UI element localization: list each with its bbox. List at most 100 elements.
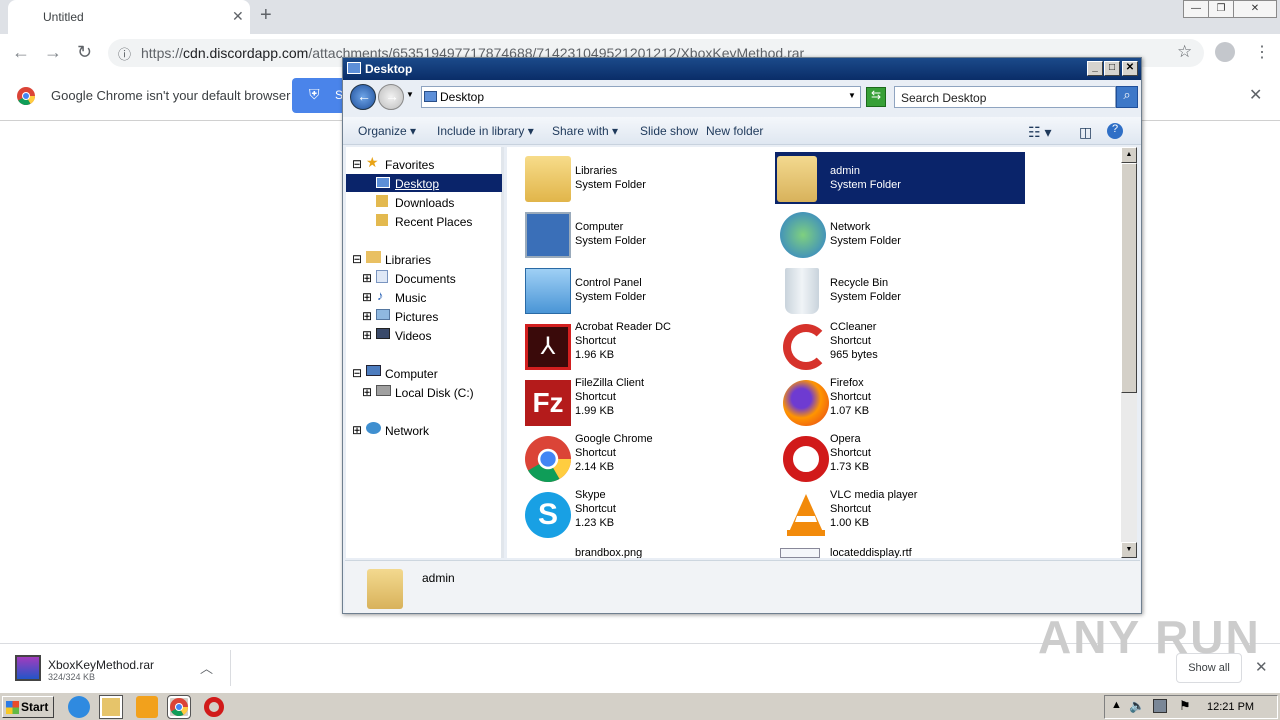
expand-icon[interactable]: ⊞ bbox=[362, 309, 372, 323]
nav-network[interactable]: Network bbox=[385, 424, 429, 438]
vertical-scrollbar[interactable]: ▲ ▼ bbox=[1121, 147, 1137, 558]
divider bbox=[230, 650, 231, 686]
local-disk-icon bbox=[376, 385, 391, 396]
include-in-library-button[interactable]: Include in library ▾ bbox=[437, 124, 534, 138]
item-vlc[interactable]: VLC media player Shortcut 1.00 KB bbox=[775, 488, 1025, 540]
acrobat-icon: ⅄ bbox=[525, 324, 571, 370]
item-google-chrome[interactable]: Google Chrome Shortcut 2.14 KB bbox=[507, 432, 757, 484]
browser-tab[interactable]: Untitled ✕ bbox=[8, 0, 250, 34]
collapse-icon[interactable]: ⊟ bbox=[352, 366, 362, 380]
nav-videos[interactable]: Videos bbox=[395, 329, 431, 343]
close-window-icon[interactable]: ✕ bbox=[1233, 0, 1277, 18]
address-dropdown-icon[interactable]: ▼ bbox=[848, 91, 856, 100]
media-player-icon[interactable] bbox=[136, 696, 158, 718]
window-titlebar[interactable]: Desktop _ □ ✕ bbox=[343, 58, 1141, 80]
scroll-thumb[interactable] bbox=[1121, 163, 1137, 393]
back-button[interactable]: ← bbox=[350, 84, 376, 110]
network-tray-icon[interactable] bbox=[1153, 699, 1167, 713]
nav-computer[interactable]: Computer bbox=[385, 367, 438, 381]
new-tab-icon[interactable]: + bbox=[260, 4, 272, 27]
address-text: Desktop bbox=[440, 90, 485, 104]
item-admin-selected[interactable]: admin System Folder bbox=[775, 152, 1025, 204]
restore-icon[interactable]: ❐ bbox=[1208, 0, 1234, 18]
item-ccleaner[interactable]: CCleaner Shortcut 965 bytes bbox=[775, 320, 1025, 372]
maximize-button[interactable]: □ bbox=[1104, 61, 1120, 76]
chrome-taskbar-icon[interactable] bbox=[167, 695, 191, 719]
item-network[interactable]: Network System Folder bbox=[775, 208, 1025, 260]
expand-icon[interactable]: ⊞ bbox=[362, 328, 372, 342]
expand-icon[interactable]: ⊞ bbox=[362, 385, 372, 399]
clock[interactable]: 12:21 PM bbox=[1207, 701, 1254, 713]
item-computer[interactable]: Computer System Folder bbox=[507, 208, 757, 260]
action-center-flag-icon[interactable]: ⚑ bbox=[1179, 698, 1191, 714]
organize-button[interactable]: Organize ▾ bbox=[358, 124, 416, 138]
search-input[interactable]: Search Desktop bbox=[894, 86, 1116, 108]
start-button[interactable]: Start bbox=[2, 696, 54, 718]
item-brandbox-png[interactable]: brandbox.png bbox=[507, 544, 757, 558]
nav-local-disk[interactable]: Local Disk (C:) bbox=[395, 386, 474, 400]
info-icon[interactable]: ⓘ bbox=[118, 44, 131, 63]
tray-expand-icon[interactable]: ▲ bbox=[1111, 699, 1122, 711]
nav-item-desktop-selected[interactable]: Desktop bbox=[346, 174, 502, 192]
item-opera[interactable]: Opera Shortcut 1.73 KB bbox=[775, 432, 1025, 484]
nav-favorites[interactable]: Favorites bbox=[385, 158, 434, 172]
item-libraries[interactable]: Libraries System Folder bbox=[507, 152, 757, 204]
download-filename[interactable]: XboxKeyMethod.rar bbox=[48, 658, 154, 672]
chevron-up-icon[interactable]: ︿ bbox=[200, 658, 213, 677]
collapse-icon[interactable]: ⊟ bbox=[352, 157, 362, 171]
help-icon[interactable]: ? bbox=[1107, 123, 1123, 139]
volume-icon[interactable]: 🔈 bbox=[1129, 698, 1145, 714]
bookmark-star-icon[interactable]: ☆ bbox=[1177, 42, 1192, 62]
libraries-icon bbox=[525, 156, 571, 202]
share-with-button[interactable]: Share with ▾ bbox=[552, 124, 618, 138]
ie-icon[interactable] bbox=[68, 696, 90, 718]
view-options-icon[interactable]: ☷ ▾ bbox=[1028, 124, 1051, 141]
expand-icon[interactable]: ⊞ bbox=[362, 290, 372, 304]
slide-show-button[interactable]: Slide show bbox=[640, 124, 698, 138]
item-recycle-bin[interactable]: Recycle Bin System Folder bbox=[775, 264, 1025, 316]
search-icon[interactable]: ⌕ bbox=[1116, 86, 1138, 108]
nav-documents[interactable]: Documents bbox=[395, 272, 456, 286]
firefox-icon bbox=[783, 380, 829, 426]
item-control-panel[interactable]: Control Panel System Folder bbox=[507, 264, 757, 316]
recent-pages-chevron-icon[interactable]: ▼ bbox=[406, 90, 414, 99]
item-firefox[interactable]: Firefox Shortcut 1.07 KB bbox=[775, 376, 1025, 428]
explorer-taskbar-icon[interactable] bbox=[99, 695, 123, 719]
navigation-pane: ⊟ ★ Favorites Desktop Downloads Recent P… bbox=[346, 147, 504, 558]
nav-pictures[interactable]: Pictures bbox=[395, 310, 438, 324]
opera-taskbar-icon[interactable] bbox=[204, 697, 224, 717]
scroll-down-icon[interactable]: ▼ bbox=[1121, 542, 1137, 558]
minimize-icon[interactable]: — bbox=[1183, 0, 1209, 18]
infobar-close-icon[interactable]: ✕ bbox=[1249, 85, 1262, 105]
preview-pane-icon[interactable]: ◫ bbox=[1079, 124, 1092, 141]
profile-avatar-icon[interactable] bbox=[1215, 42, 1235, 62]
anyrun-watermark: ANY RUN bbox=[1038, 611, 1261, 663]
details-pane: admin bbox=[345, 560, 1140, 613]
forward-button[interactable]: → bbox=[378, 84, 404, 110]
chrome-icon bbox=[525, 436, 571, 482]
item-locateddisplay-rtf[interactable]: locateddisplay.rtf bbox=[775, 544, 1025, 558]
close-tab-icon[interactable]: ✕ bbox=[232, 8, 244, 25]
nav-libraries[interactable]: Libraries bbox=[385, 253, 431, 267]
nav-music[interactable]: Music bbox=[395, 291, 426, 305]
address-bar[interactable]: Desktop ▼ bbox=[421, 86, 861, 108]
expand-icon[interactable]: ⊞ bbox=[352, 423, 362, 437]
back-icon[interactable]: ← bbox=[12, 42, 30, 63]
item-filezilla[interactable]: Fz FileZilla Client Shortcut 1.99 KB bbox=[507, 376, 757, 428]
reload-icon[interactable]: ↻ bbox=[77, 42, 92, 63]
item-acrobat-reader[interactable]: ⅄ Acrobat Reader DC Shortcut 1.96 KB bbox=[507, 320, 757, 372]
nav-downloads[interactable]: Downloads bbox=[395, 196, 454, 210]
network-icon bbox=[366, 422, 381, 434]
nav-recent-places[interactable]: Recent Places bbox=[395, 215, 472, 229]
infobar-message: Google Chrome isn't your default browser bbox=[51, 88, 291, 103]
collapse-icon[interactable]: ⊟ bbox=[352, 252, 362, 266]
minimize-button[interactable]: _ bbox=[1087, 61, 1103, 76]
item-skype[interactable]: S Skype Shortcut 1.23 KB bbox=[507, 488, 757, 540]
scroll-up-icon[interactable]: ▲ bbox=[1121, 147, 1137, 163]
refresh-icon[interactable]: ⇆ bbox=[866, 87, 886, 107]
new-folder-button[interactable]: New folder bbox=[706, 124, 763, 138]
menu-icon[interactable]: ⋮ bbox=[1254, 42, 1270, 62]
expand-icon[interactable]: ⊞ bbox=[362, 271, 372, 285]
close-button[interactable]: ✕ bbox=[1122, 61, 1138, 76]
forward-icon[interactable]: → bbox=[44, 42, 62, 63]
